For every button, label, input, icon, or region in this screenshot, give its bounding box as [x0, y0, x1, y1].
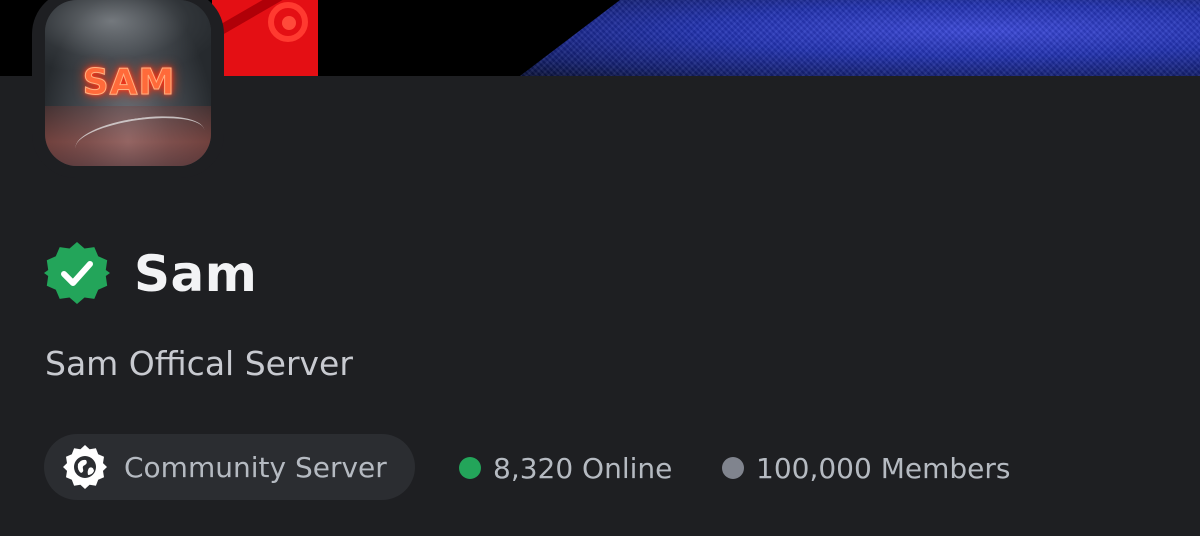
server-avatar[interactable]: SAM [45, 0, 211, 166]
verified-badge-icon[interactable] [44, 240, 110, 306]
online-status-dot [459, 457, 481, 479]
online-count: 8,320 Online [459, 446, 672, 490]
community-server-tag[interactable]: Community Server [44, 434, 415, 500]
server-name: Sam [134, 245, 258, 303]
community-server-label: Community Server [124, 450, 387, 484]
online-count-text: 8,320 Online [493, 451, 673, 485]
banner-red-graphic [212, 0, 318, 76]
community-globe-icon [63, 445, 107, 489]
members-status-dot [722, 457, 744, 479]
avatar-neon-logo: SAM [82, 61, 176, 103]
member-count: 100,000 Members [722, 446, 1010, 490]
server-description: Sam Offical Server [45, 344, 353, 383]
member-count-text: 100,000 Members [756, 451, 1011, 485]
